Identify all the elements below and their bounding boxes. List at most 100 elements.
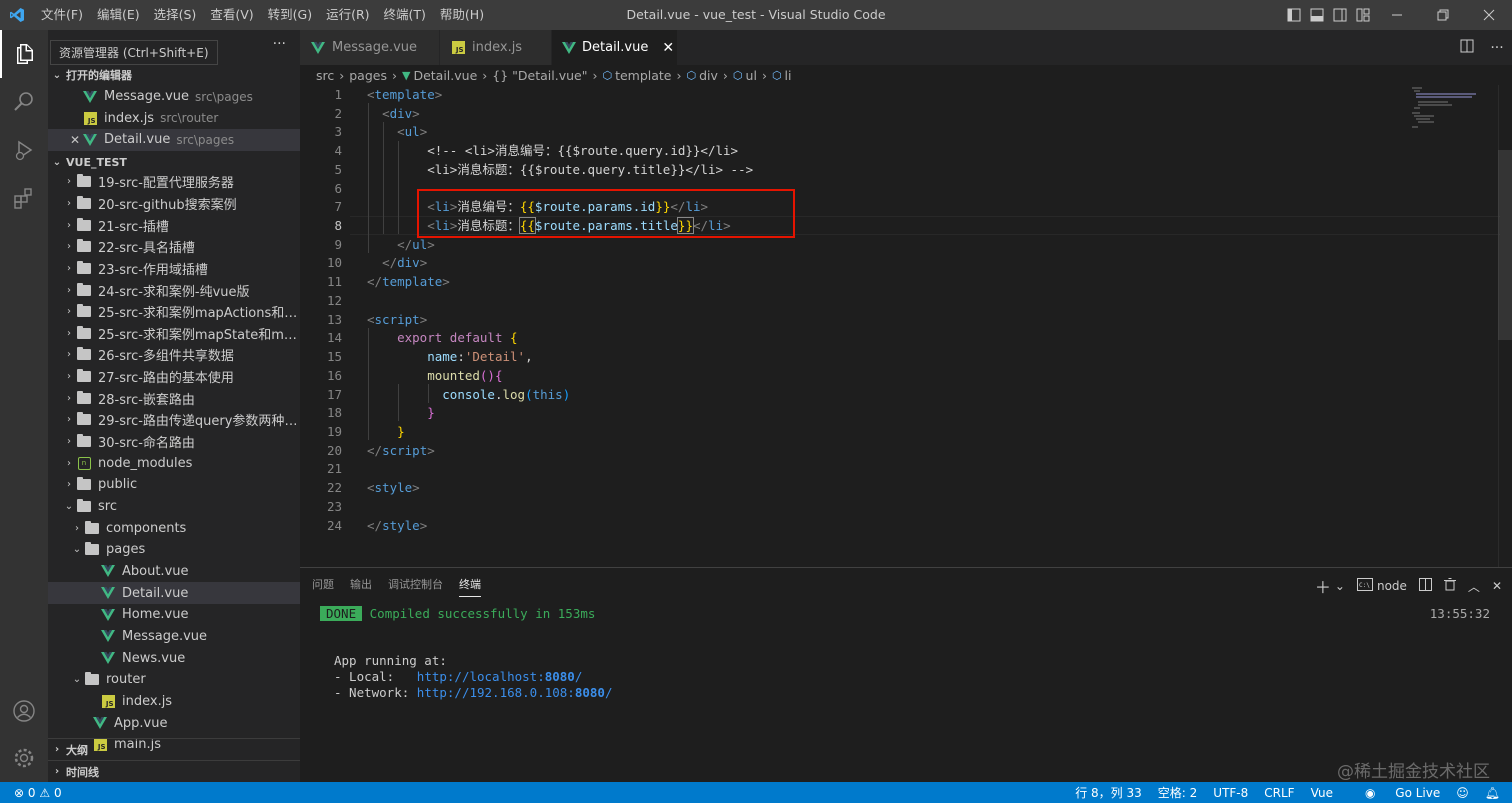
code-line[interactable]: 2 <div> — [300, 105, 1500, 124]
tree-folder[interactable]: ⌄ pages — [48, 539, 300, 561]
tree-file[interactable]: About.vue — [48, 561, 300, 583]
network-url[interactable]: http://192.168.0.108:8080/ — [417, 685, 613, 700]
code-line[interactable]: 16 mounted(){ — [300, 367, 1500, 386]
tab-detail-vue[interactable]: Detail.vue ✕ — [552, 30, 678, 65]
toggle-primary-sidebar-icon[interactable] — [1282, 0, 1305, 30]
tree-folder[interactable]: › n node_modules — [48, 452, 300, 474]
settings-gear-icon[interactable] — [0, 734, 48, 782]
menu-help[interactable]: 帮助(H) — [433, 0, 491, 30]
tree-folder[interactable]: › 22-src-具名插槽 — [48, 236, 300, 258]
code-line[interactable]: 12 — [300, 292, 1500, 311]
tree-folder[interactable]: › public — [48, 474, 300, 496]
code-line[interactable]: 15 name:'Detail', — [300, 348, 1500, 367]
open-editor-item[interactable]: JS index.js src\router — [48, 108, 300, 130]
split-terminal-icon[interactable] — [1418, 578, 1432, 594]
tree-folder[interactable]: › 27-src-路由的基本使用 — [48, 366, 300, 388]
code-line[interactable]: 4 <!-- <li>消息编号：{{$route.query.id}}</li> — [300, 142, 1500, 161]
breadcrumb-item[interactable]: div — [699, 68, 718, 83]
tree-folder[interactable]: › 25-src-求和案例mapState和map... — [48, 323, 300, 345]
menu-file[interactable]: 文件(F) — [34, 0, 90, 30]
minimize-icon[interactable] — [1374, 0, 1420, 30]
breadcrumb-item[interactable]: {} "Detail.vue" — [492, 68, 587, 83]
indentation[interactable]: 空格: 2 — [1158, 784, 1198, 801]
menu-terminal[interactable]: 终端(T) — [377, 0, 433, 30]
tree-folder[interactable]: ⌄ router — [48, 669, 300, 691]
code-line[interactable]: 18 } — [300, 404, 1500, 423]
menu-run[interactable]: 运行(R) — [319, 0, 376, 30]
tab-message-vue[interactable]: Message.vue — [300, 30, 440, 65]
customize-layout-icon[interactable] — [1351, 0, 1374, 30]
run-debug-icon[interactable] — [0, 126, 48, 174]
breadcrumb-item[interactable]: Detail.vue — [413, 68, 477, 83]
trash-icon[interactable] — [1443, 578, 1456, 594]
toggle-secondary-sidebar-icon[interactable] — [1328, 0, 1351, 30]
tree-folder[interactable]: › components — [48, 517, 300, 539]
terminal-shell-label[interactable]: node — [1377, 579, 1407, 593]
search-icon[interactable] — [0, 78, 48, 126]
language-mode[interactable]: Vue — [1311, 786, 1333, 800]
code-line[interactable]: 10 </div> — [300, 254, 1500, 273]
tab-debug-console[interactable]: 调试控制台 — [388, 576, 443, 597]
code-line[interactable]: 13 <script> — [300, 311, 1500, 330]
code-editor[interactable]: 1 <template> 2 <div> 3 <ul> 4 <!-- <li>消息编号：… — [300, 85, 1512, 567]
chevron-down-icon[interactable]: ⌄ — [1335, 579, 1345, 593]
tree-folder[interactable]: › 28-src-嵌套路由 — [48, 388, 300, 410]
tab-index-js[interactable]: JS index.js — [440, 30, 552, 65]
code-line[interactable]: 9 </ul> — [300, 236, 1500, 255]
menu-view[interactable]: 查看(V) — [203, 0, 260, 30]
vertical-scrollbar[interactable] — [1498, 85, 1512, 567]
menu-selection[interactable]: 选择(S) — [147, 0, 204, 30]
toggle-panel-icon[interactable] — [1305, 0, 1328, 30]
tree-file[interactable]: News.vue — [48, 647, 300, 669]
end-of-line[interactable]: CRLF — [1264, 786, 1294, 800]
tree-file[interactable]: Detail.vue — [48, 582, 300, 604]
code-line[interactable]: 19 } — [300, 423, 1500, 442]
code-line[interactable]: 22 <style> — [300, 479, 1500, 498]
code-line[interactable]: 14 export default { — [300, 329, 1500, 348]
close-icon[interactable]: ✕ — [68, 133, 82, 147]
problems-indicator[interactable]: ⊗ 0 ⚠ 0 — [0, 786, 62, 800]
minimap[interactable] — [1412, 85, 1498, 567]
tree-file[interactable]: JS index.js — [48, 691, 300, 713]
tree-folder[interactable]: › 30-src-命名路由 — [48, 431, 300, 453]
scrollbar-thumb[interactable] — [1498, 150, 1512, 340]
close-panel-icon[interactable]: ✕ — [1492, 579, 1502, 593]
tree-folder[interactable]: › 29-src-路由传递query参数两种方... — [48, 409, 300, 431]
close-tab-icon[interactable]: ✕ — [662, 40, 674, 56]
tree-folder[interactable]: › 19-src-配置代理服务器 — [48, 171, 300, 193]
code-line[interactable]: 11 </template> — [300, 273, 1500, 292]
code-line[interactable]: 3 <ul> — [300, 123, 1500, 142]
code-line[interactable]: 5 <li>消息标题：{{$route.query.title}}</li> -… — [300, 161, 1500, 180]
code-line[interactable]: 23 — [300, 498, 1500, 517]
tree-folder[interactable]: › 26-src-多组件共享数据 — [48, 344, 300, 366]
tree-folder[interactable]: › 21-src-插槽 — [48, 214, 300, 236]
tab-terminal[interactable]: 终端 — [459, 576, 481, 597]
tree-file[interactable]: App.vue — [48, 712, 300, 734]
code-line[interactable]: 21 — [300, 460, 1500, 479]
new-terminal-icon[interactable]: ＋ — [1315, 574, 1331, 598]
notifications-bell-icon[interactable]: 🔔︎ — [1485, 786, 1500, 800]
timeline-header[interactable]: › 时间线 — [48, 760, 300, 782]
tree-folder[interactable]: › 20-src-github搜索案例 — [48, 193, 300, 215]
local-url[interactable]: http://localhost:8080/ — [417, 669, 583, 684]
code-line[interactable]: 24 </style> — [300, 517, 1500, 536]
breadcrumb-item[interactable]: src — [316, 68, 334, 83]
tree-file[interactable]: Message.vue — [48, 626, 300, 648]
breadcrumb-item[interactable]: pages — [349, 68, 387, 83]
open-editor-item[interactable]: Message.vue src\pages — [48, 86, 300, 108]
extensions-icon[interactable] — [0, 174, 48, 222]
account-icon[interactable] — [0, 687, 48, 735]
tab-output[interactable]: 输出 — [350, 576, 372, 597]
cursor-position[interactable]: 行 8，列 33 — [1075, 784, 1142, 801]
restore-icon[interactable] — [1420, 0, 1466, 30]
menu-edit[interactable]: 编辑(E) — [90, 0, 147, 30]
open-editor-item[interactable]: ✕ Detail.vue src\pages — [48, 129, 300, 151]
tree-folder[interactable]: › 23-src-作用域插槽 — [48, 258, 300, 280]
breadcrumb-item[interactable]: li — [785, 68, 792, 83]
code-line[interactable]: 1 <template> — [300, 86, 1500, 105]
menu-go[interactable]: 转到(G) — [261, 0, 319, 30]
tree-folder[interactable]: ⌄ src — [48, 496, 300, 518]
open-editors-header[interactable]: ⌄ 打开的编辑器 — [48, 64, 300, 86]
tree-file[interactable]: Home.vue — [48, 604, 300, 626]
breadcrumb-item[interactable]: ul — [746, 68, 757, 83]
